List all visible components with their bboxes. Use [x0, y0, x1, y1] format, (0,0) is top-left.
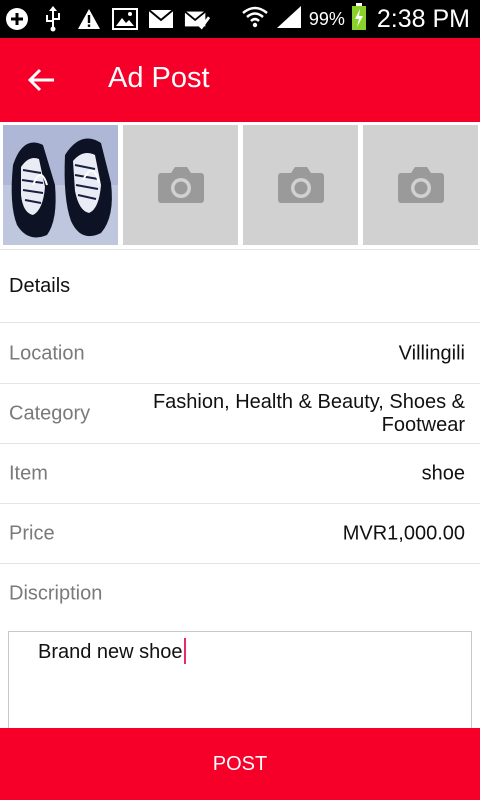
- category-label: Category: [9, 402, 91, 425]
- camera-icon: [397, 167, 444, 203]
- battery-percent: 99%: [308, 8, 345, 29]
- ad-photo-1[interactable]: [3, 125, 118, 245]
- mail-check-icon: [184, 7, 210, 31]
- description-label: Discription: [9, 582, 103, 605]
- signal-icon: [275, 4, 303, 35]
- usb-icon: [40, 6, 66, 32]
- shoe-photo: [3, 125, 118, 245]
- item-value: shoe: [421, 462, 465, 485]
- item-row[interactable]: Item shoe: [0, 445, 480, 503]
- price-label: Price: [9, 522, 55, 545]
- category-value: Fashion, Health & Beauty, Shoes & Footwe…: [153, 391, 465, 437]
- add-icon: [4, 7, 30, 31]
- category-row[interactable]: Category Fashion, Health & Beauty, Shoes…: [0, 385, 480, 443]
- back-button[interactable]: [20, 58, 64, 102]
- category-value-line2: Footwear: [381, 414, 465, 436]
- system-icons: 99% 2:38 PM: [241, 0, 470, 38]
- divider: [0, 383, 480, 384]
- notification-icons: [4, 6, 210, 32]
- location-value: Villingili: [398, 342, 465, 365]
- description-text: Brand new shoe: [38, 638, 186, 664]
- item-label: Item: [9, 462, 48, 485]
- description-input[interactable]: Brand new shoe: [8, 631, 472, 741]
- photo-gallery: [0, 122, 480, 248]
- divider: [0, 322, 480, 323]
- photo-placeholder-2[interactable]: [123, 125, 238, 245]
- description-row: Discription: [0, 565, 480, 623]
- divider: [0, 443, 480, 444]
- location-row[interactable]: Location Villingili: [0, 325, 480, 383]
- clock: 2:38 PM: [376, 4, 470, 33]
- location-label: Location: [9, 342, 85, 365]
- price-value: MVR1,000.00: [342, 522, 465, 545]
- image-icon: [112, 7, 138, 31]
- price-row[interactable]: Price MVR1,000.00: [0, 505, 480, 563]
- photo-placeholder-4[interactable]: [363, 125, 478, 245]
- mail-icon: [148, 7, 174, 31]
- category-value-line1: Fashion, Health & Beauty, Shoes &: [152, 391, 465, 413]
- page-title: Ad Post: [108, 62, 210, 94]
- status-bar: 99% 2:38 PM: [0, 0, 480, 38]
- camera-icon: [277, 167, 324, 203]
- description-value: Brand new shoe: [38, 641, 183, 663]
- post-button[interactable]: POST: [0, 728, 480, 800]
- divider: [0, 503, 480, 504]
- app-bar: Ad Post: [0, 38, 480, 122]
- camera-icon: [157, 167, 204, 203]
- divider: [0, 249, 480, 250]
- text-caret: [183, 638, 186, 664]
- wifi-icon: [241, 4, 269, 35]
- details-heading: Details: [9, 275, 71, 297]
- battery-charging-icon: [351, 2, 367, 36]
- photo-placeholder-3[interactable]: [243, 125, 358, 245]
- warning-icon: [76, 7, 102, 31]
- arrow-left-icon: [28, 68, 54, 92]
- divider: [0, 563, 480, 564]
